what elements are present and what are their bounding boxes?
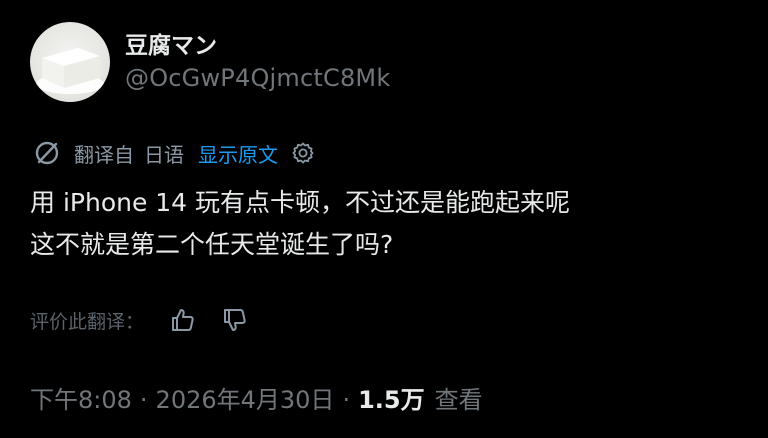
show-original-link[interactable]: 显示原文 — [198, 139, 278, 168]
tweet-line: 用 iPhone 14 玩有点卡顿，不过还是能跑起来呢 — [30, 188, 571, 217]
translation-bar: 翻译自 日语 显示原文 — [32, 138, 316, 168]
user-handle[interactable]: @OcGwP4QjmctC8Mk — [125, 64, 390, 92]
rate-translation-bar: 评价此翻译： — [30, 303, 250, 337]
views-label: 查看 — [434, 386, 483, 414]
tweet-date[interactable]: 2026年4月30日 — [156, 380, 335, 415]
meta-separator: · — [342, 386, 351, 414]
thumbs-down-icon[interactable] — [220, 305, 250, 335]
meta-separator: · — [139, 386, 148, 414]
translate-icon — [35, 141, 59, 165]
rate-translation-label: 评价此翻译： — [30, 310, 145, 333]
views-count: 1.5万 — [358, 386, 425, 414]
thumbs-up-icon[interactable] — [168, 305, 198, 335]
settings-icon[interactable] — [290, 140, 316, 166]
display-name[interactable]: 豆腐マン — [125, 26, 217, 60]
avatar[interactable] — [30, 22, 110, 102]
tweet-line: 这不就是第二个任天堂诞生了吗? — [30, 230, 394, 259]
translated-from-label: 翻译自 — [74, 142, 134, 167]
tofu-avatar-image — [36, 48, 104, 94]
tweet-text: 用 iPhone 14 玩有点卡顿，不过还是能跑起来呢 这不就是第二个任天堂诞生… — [30, 182, 750, 266]
source-language: 日语 — [144, 142, 184, 167]
tweet-meta: 下午8:08 · 2026年4月30日 · 1.5万 查看 — [30, 380, 483, 415]
tweet-time[interactable]: 下午8:08 — [30, 380, 132, 415]
